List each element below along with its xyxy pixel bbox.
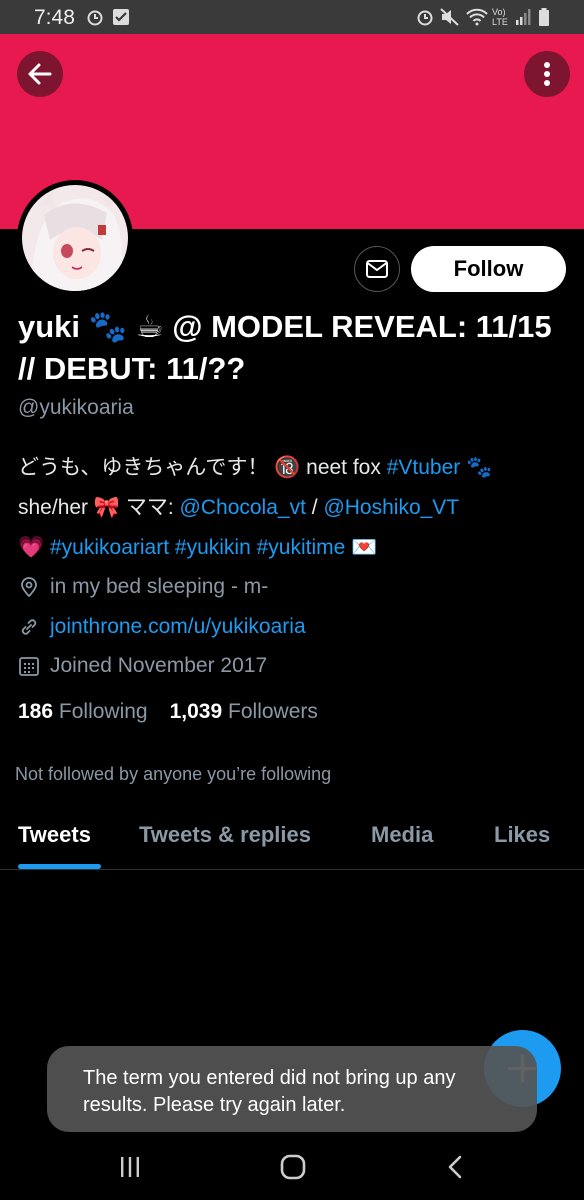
back-chevron-icon[interactable] (444, 1154, 468, 1180)
bio-text: she/her 🎀 ママ: (18, 496, 180, 519)
hashtag-link[interactable]: #yukikin (175, 536, 251, 559)
bio-separator: / (305, 496, 324, 519)
recents-icon[interactable] (117, 1154, 143, 1180)
profile-bio: どうも、ゆきちゃんです！ 🔞 neet fox #Vtuber 🐾 she/he… (18, 448, 574, 568)
signal-icon (516, 9, 531, 25)
status-bar: 7:48 Vo) LTE (0, 0, 584, 34)
mutual-followers-note: Not followed by anyone you’re following (15, 764, 332, 784)
tab-tweets-replies[interactable]: Tweets & replies (139, 822, 311, 848)
followers-link[interactable]: 1,039 Followers (170, 700, 318, 723)
following-link[interactable]: 186 Following (18, 700, 148, 723)
status-time: 7:48 (34, 6, 75, 29)
followers-count: 1,039 (169, 700, 223, 723)
joined-row: Joined November 2017 (18, 651, 267, 681)
network-label: Vo) LTE (492, 7, 508, 27)
bio-emoji: 💗 (18, 536, 50, 559)
bio-emoji: 🐾 (460, 456, 493, 479)
following-label: Following (58, 700, 148, 723)
wifi-icon (466, 8, 488, 26)
profile-tabs: Tweets Tweets & replies Media Likes (0, 808, 584, 870)
tab-tweets[interactable]: Tweets (18, 822, 91, 848)
location-pin-icon (21, 577, 37, 598)
more-options-button[interactable] (524, 51, 570, 97)
website-row: jointhrone.com/u/yukikoaria (18, 612, 306, 642)
alarm-icon (87, 10, 103, 26)
home-icon[interactable] (279, 1154, 307, 1180)
check-box-icon (113, 9, 129, 25)
website-link[interactable]: jointhrone.com/u/yukikoaria (50, 615, 306, 639)
mention-link[interactable]: @Hoshiko_VT (323, 496, 459, 519)
arrow-left-icon (28, 63, 52, 85)
calendar-icon (19, 657, 39, 676)
display-name: yuki 🐾 ☕ @ MODEL REVEAL: 11/15 // DEBUT:… (18, 309, 552, 386)
joined-date: Joined November 2017 (50, 654, 268, 677)
alarm-icon (417, 10, 433, 26)
back-button[interactable] (17, 51, 63, 97)
more-vertical-icon (544, 62, 550, 86)
location-text: in my bed sleeping - m- (50, 575, 269, 598)
tab-media[interactable]: Media (371, 822, 433, 848)
battery-icon (539, 8, 549, 26)
hashtag-link[interactable]: #yukitime (257, 536, 346, 559)
mute-icon (440, 8, 459, 26)
avatar-image (22, 185, 128, 291)
mail-icon (366, 260, 388, 278)
mention-link[interactable]: @Chocola_vt (180, 496, 306, 519)
tab-likes[interactable]: Likes (494, 822, 550, 848)
system-nav-bar (0, 1134, 584, 1200)
hashtag-link[interactable]: #Vtuber (387, 456, 461, 479)
following-count: 186 (18, 700, 54, 723)
link-icon (21, 619, 37, 635)
bio-emoji: 💌 (345, 536, 378, 559)
follow-stats: 186 Following 1,039 Followers (18, 700, 318, 724)
follow-button[interactable]: Follow (411, 246, 566, 292)
active-tab-indicator (18, 864, 101, 869)
bio-text: どうも、ゆきちゃんです！ 🔞 neet fox (18, 456, 387, 479)
message-button[interactable] (354, 246, 400, 292)
followers-label: Followers (228, 700, 318, 723)
location-row: in my bed sleeping - m- (18, 572, 268, 602)
user-handle: @yukikoaria (18, 396, 134, 419)
avatar[interactable] (17, 180, 133, 296)
hashtag-link[interactable]: #yukikoariart (50, 536, 169, 559)
toast-message: The term you entered did not bring up an… (47, 1046, 537, 1132)
